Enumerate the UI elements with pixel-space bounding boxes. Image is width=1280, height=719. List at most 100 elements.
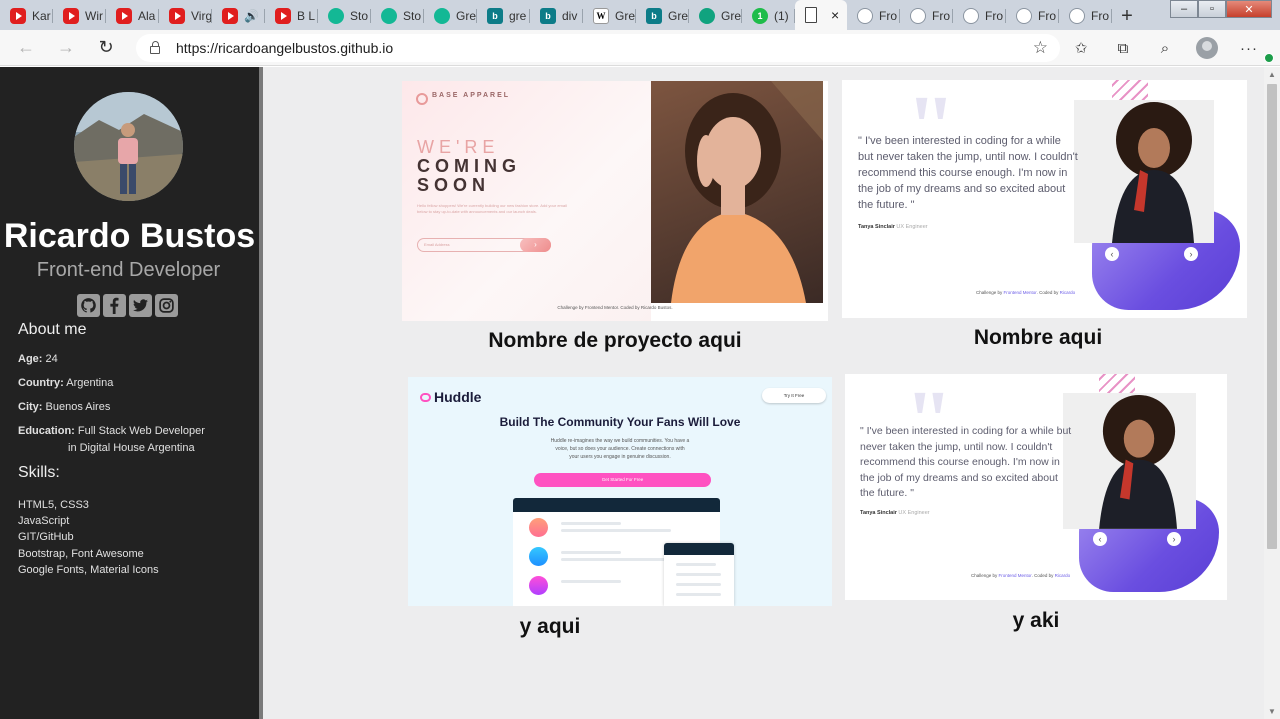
browser-tab[interactable]: Gre xyxy=(689,2,742,30)
more-menu-icon[interactable]: ··· xyxy=(1228,40,1274,63)
project-title: y aqui xyxy=(519,615,581,638)
author-name: Tanya Sinclair xyxy=(860,510,897,516)
huddle-logo-icon xyxy=(420,392,431,402)
info-value: Buenos Aires xyxy=(42,401,111,413)
mockup-line xyxy=(561,551,621,554)
tab-active[interactable]: × xyxy=(795,0,847,30)
preview-left-panel xyxy=(402,81,651,321)
page-scrollbar[interactable]: ▲ ▼ xyxy=(1264,67,1280,719)
browser-tab[interactable]: b Gre xyxy=(636,2,689,30)
browser-tab[interactable]: Wir xyxy=(53,2,106,30)
browser-tab[interactable]: Sto xyxy=(371,2,424,30)
feedback-icon[interactable]: ⌕ xyxy=(1144,40,1186,57)
browser-tab[interactable]: Fro xyxy=(847,2,900,30)
frontendmentor-icon: 1 xyxy=(752,8,768,24)
project-preview-base-apparel[interactable]: BASE APPAREL WE'RE COMING SOON Hello fel… xyxy=(402,81,828,321)
footer-text: . Coded by xyxy=(1036,290,1060,295)
info-age: Age: 24 xyxy=(18,353,58,365)
headline-dark: SOON xyxy=(417,175,491,195)
headline-light: WE'RE xyxy=(417,137,500,157)
browser-tab[interactable]: Fro xyxy=(953,2,1006,30)
prev-arrow-icon: ‹ xyxy=(1105,247,1119,261)
scroll-down-arrow-icon[interactable]: ▼ xyxy=(1268,707,1276,716)
pattern-decoration xyxy=(1099,374,1135,394)
close-tab-icon[interactable]: × xyxy=(831,7,839,23)
tab-label: Kar xyxy=(32,9,51,23)
browser-tab[interactable]: W Gre xyxy=(583,2,636,30)
footer-link: Ricardo xyxy=(1054,573,1071,578)
preview-arrow-icon: › xyxy=(520,238,551,252)
preview-headline: WE'RE COMING SOON xyxy=(417,138,521,195)
back-button[interactable]: ← xyxy=(6,32,46,64)
project-title: Nombre aqui xyxy=(973,326,1103,349)
browser-tab[interactable]: Fro xyxy=(900,2,953,30)
page-content: Ricardo Bustos Front-end Developer About… xyxy=(0,67,1280,719)
browser-tab[interactable]: b div xyxy=(530,2,583,30)
author-name: Tanya Sinclair xyxy=(858,224,895,230)
new-tab-button[interactable]: + xyxy=(1112,2,1142,30)
update-badge xyxy=(1264,52,1274,63)
favorites-icon[interactable]: ✩ xyxy=(1060,39,1102,57)
prev-arrow-icon: ‹ xyxy=(1093,532,1107,546)
info-value: Full Stack Web Developer xyxy=(74,425,205,437)
browser-tab[interactable]: B L xyxy=(265,2,318,30)
twitter-icon[interactable] xyxy=(129,294,152,317)
profile-avatar-icon[interactable] xyxy=(1196,37,1218,59)
browser-tab[interactable]: b gre xyxy=(477,2,530,30)
footer-link: Frontend Mentor xyxy=(1003,290,1037,295)
mockup-line xyxy=(676,583,721,586)
tab-label: 🔊 xyxy=(244,9,259,23)
profile-role: Front-end Developer xyxy=(36,259,221,281)
collections-icon[interactable]: ⧉ xyxy=(1102,40,1144,57)
tab-label: gre xyxy=(509,9,527,23)
document-icon xyxy=(805,7,817,23)
footer-link: Ricardo xyxy=(1059,290,1076,295)
scroll-thumb[interactable] xyxy=(1267,84,1277,549)
profile-sidebar: Ricardo Bustos Front-end Developer About… xyxy=(0,67,259,719)
browser-tab[interactable]: Gre xyxy=(424,2,477,30)
tab-label: Fro xyxy=(1091,9,1109,23)
info-country: Country: Argentina xyxy=(18,377,113,389)
preview-cta-button: Get Started For Free xyxy=(534,473,711,487)
mockup-line xyxy=(561,558,671,561)
browser-tab[interactable]: Ala xyxy=(106,2,159,30)
info-education-line2: in Digital House Argentina xyxy=(68,442,195,454)
lock-icon xyxy=(150,41,160,54)
close-window-button[interactable]: ✕ xyxy=(1226,0,1272,18)
preview-try-button: Try It Free xyxy=(762,388,826,403)
youtube-icon xyxy=(116,8,132,24)
project-preview-testimonial[interactable]: " ‹ › " I've been interested in coding f… xyxy=(842,80,1247,318)
browser-tab[interactable]: Fro xyxy=(1006,2,1059,30)
reload-button[interactable]: ↻ xyxy=(86,32,126,64)
minimize-button[interactable]: – xyxy=(1170,0,1198,18)
info-value: 24 xyxy=(42,353,58,365)
browser-tab[interactable]: Virg xyxy=(159,2,212,30)
bing-icon: b xyxy=(540,8,556,24)
browser-tab[interactable]: 🔊 xyxy=(212,2,265,30)
logo-text: Huddle xyxy=(434,389,482,405)
address-bar[interactable]: https://ricardoangelbustos.github.io ☆ xyxy=(136,34,1060,62)
preview-paragraph: Huddle re-imagines the way we build comm… xyxy=(550,438,690,460)
skill-item: Google Fonts, Material Icons xyxy=(18,564,159,576)
instagram-icon[interactable] xyxy=(155,294,178,317)
info-label: City: xyxy=(18,401,43,413)
scroll-up-arrow-icon[interactable]: ▲ xyxy=(1268,70,1276,79)
tab-label: Fro xyxy=(1038,9,1056,23)
favorite-star-icon[interactable]: ☆ xyxy=(1033,38,1048,58)
testimonial-author: Tanya Sinclair UX Engineer xyxy=(860,510,930,516)
skill-item: GIT/GitHub xyxy=(18,531,74,543)
facebook-icon[interactable] xyxy=(103,294,126,317)
browser-tab[interactable]: 1 (1) xyxy=(742,2,795,30)
github-icon[interactable] xyxy=(77,294,100,317)
browser-tab[interactable]: Sto xyxy=(318,2,371,30)
footer-text: Challenge by xyxy=(971,573,999,578)
preview-footer: Challenge by Frontend Mentor. Coded by R… xyxy=(557,305,673,310)
maximize-button[interactable]: ▫ xyxy=(1198,0,1226,18)
tab-label: Fro xyxy=(932,9,950,23)
browser-tab[interactable]: Fro xyxy=(1059,2,1112,30)
project-preview-testimonial-2[interactable]: " ‹ › " I've been interested in coding f… xyxy=(845,374,1227,600)
browser-tab[interactable]: Kar xyxy=(0,2,53,30)
forward-button[interactable]: → xyxy=(46,32,86,64)
url-text: https://ricardoangelbustos.github.io xyxy=(176,40,394,56)
project-preview-huddle[interactable]: Huddle Try It Free Build The Community Y… xyxy=(408,377,832,606)
